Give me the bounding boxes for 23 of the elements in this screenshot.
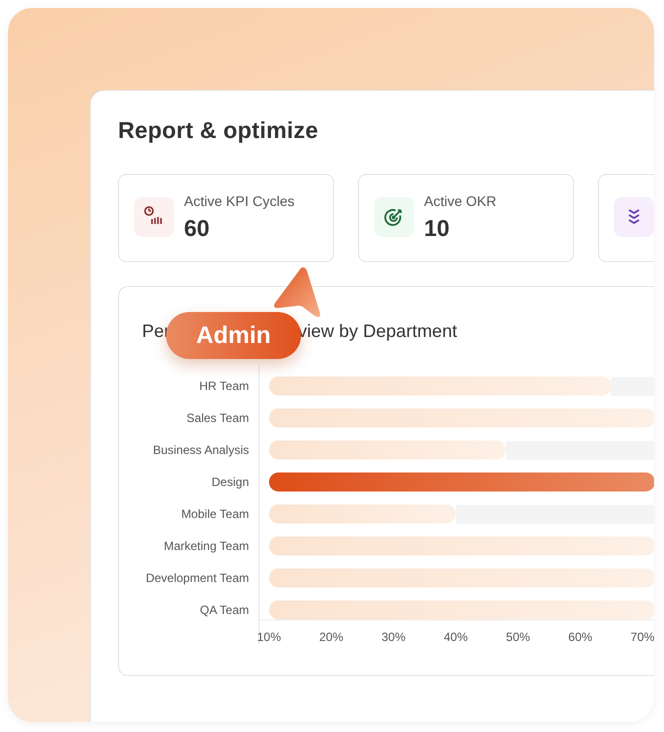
axis-label: QA Team xyxy=(200,603,249,617)
tick-label: 30% xyxy=(382,630,406,644)
tick-label: 20% xyxy=(319,630,344,644)
page-title: Report & optimize xyxy=(118,117,320,144)
stat-value: 10 xyxy=(424,215,451,242)
tick-label: 10% xyxy=(256,630,282,644)
axis-label: Development Team xyxy=(146,571,249,585)
axis-label: Design xyxy=(212,475,249,489)
tick-label: 50% xyxy=(506,630,530,644)
axis-label: Mobile Team xyxy=(181,507,249,521)
tick-label: 60% xyxy=(568,630,592,644)
axis-label: Sales Team xyxy=(186,411,249,425)
stat-label: Active OKR xyxy=(424,193,496,209)
axis-label: Marketing Team xyxy=(164,539,249,553)
role-badge: Admin xyxy=(166,312,301,359)
axis-label: HR Team xyxy=(199,379,249,393)
stat-label: Active KPI Cycles xyxy=(184,193,294,209)
tick-label: 70% xyxy=(630,630,654,644)
axis-label: Business Analysis xyxy=(152,443,249,457)
chart-title: view by Department xyxy=(298,320,458,342)
target-icon xyxy=(383,206,405,228)
tick-label: 40% xyxy=(444,630,468,644)
stat-value: 60 xyxy=(184,215,211,242)
